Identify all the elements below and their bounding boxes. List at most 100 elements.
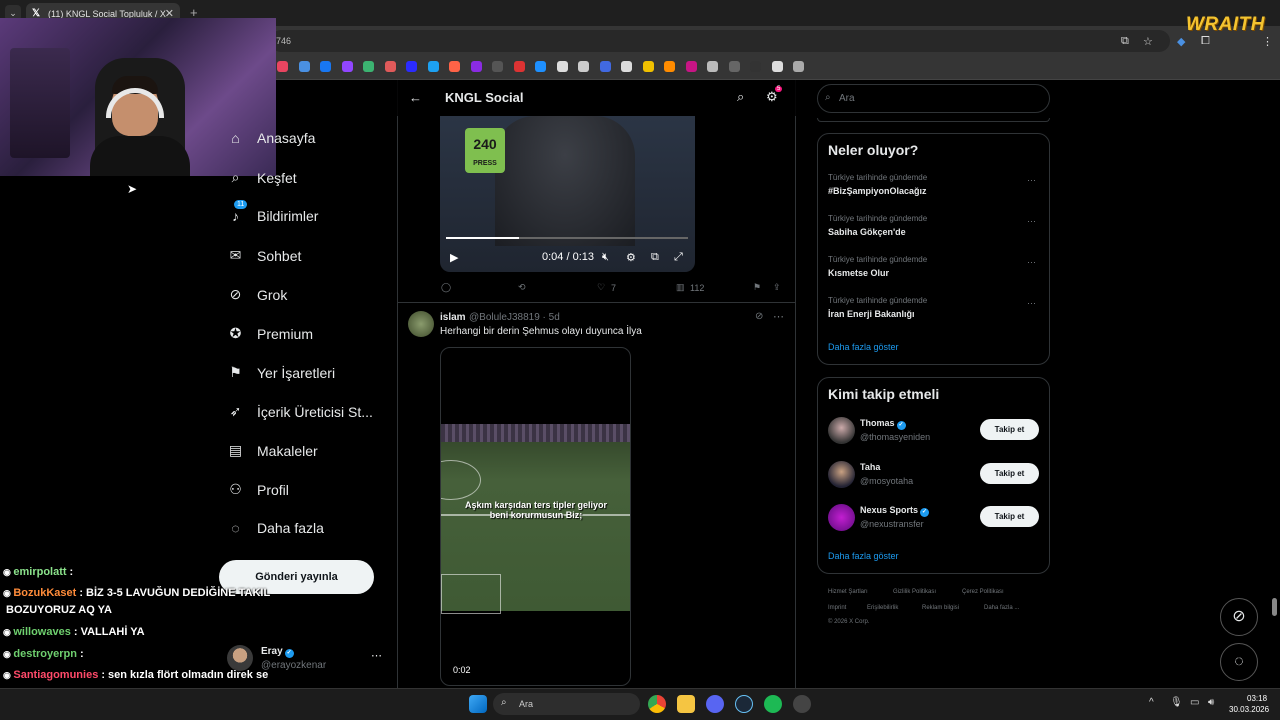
nav-item-2[interactable]: ⌕ Keşfet bbox=[227, 169, 297, 186]
bookmark-favicon-icon[interactable] bbox=[728, 61, 740, 72]
follow-avatar[interactable] bbox=[828, 417, 855, 444]
footer-link[interactable]: Gizlilik Politikası bbox=[893, 589, 936, 595]
follow-avatar[interactable] bbox=[828, 504, 855, 531]
file-explorer-icon[interactable] bbox=[677, 695, 695, 713]
tweet-video[interactable]: Aşkım karşıdan ters tipler geliyor beni … bbox=[440, 347, 631, 686]
bookmark-favicon-icon[interactable] bbox=[771, 61, 783, 72]
bookmark-favicon-icon[interactable] bbox=[277, 61, 288, 72]
footer-link[interactable]: Çerez Politikası bbox=[962, 589, 1004, 595]
address-bar[interactable] bbox=[270, 30, 1170, 52]
chrome-icon[interactable] bbox=[648, 695, 666, 713]
more-icon[interactable]: ⋯ bbox=[371, 649, 382, 662]
bookmark-favicon-icon[interactable] bbox=[320, 61, 331, 72]
bookmark-favicon-icon[interactable] bbox=[664, 61, 675, 72]
footer-link[interactable]: Reklam bilgisi bbox=[922, 605, 959, 611]
bookmark-favicon-icon[interactable] bbox=[449, 61, 460, 72]
footer-link[interactable]: Imprint bbox=[828, 605, 846, 611]
bookmark-favicon-icon[interactable] bbox=[513, 61, 525, 72]
bookmark-favicon-icon[interactable] bbox=[492, 61, 503, 72]
nav-item-10[interactable]: ⚇ Profil bbox=[227, 481, 289, 498]
follow-avatar[interactable] bbox=[828, 460, 855, 488]
search-icon[interactable]: ⌕ bbox=[737, 89, 744, 105]
follow-button[interactable]: Takip et bbox=[980, 462, 1039, 484]
pip-icon[interactable]: ⧉ bbox=[651, 251, 659, 264]
footer-link[interactable]: Hizmet Şartları bbox=[828, 589, 868, 595]
trends-show-more[interactable]: Daha fazla göster bbox=[828, 342, 899, 352]
bookmark-favicon-icon[interactable] bbox=[556, 61, 568, 72]
grok-icon[interactable]: ⊘ bbox=[755, 311, 763, 322]
footer-link[interactable]: Daha fazla ... bbox=[984, 605, 1019, 611]
follow-button[interactable]: Takip et bbox=[980, 419, 1039, 440]
install-app-icon[interactable]: ⧉ bbox=[1121, 35, 1129, 48]
nav-item-7[interactable]: ⚑ Yer İşaretleri bbox=[227, 364, 335, 381]
trend-item[interactable]: Kısmetse Olur bbox=[828, 268, 889, 278]
bookmark-favicon-icon[interactable] bbox=[793, 61, 804, 72]
bookmark-favicon-icon[interactable] bbox=[621, 61, 632, 72]
discord-icon[interactable] bbox=[706, 695, 724, 713]
trend-more-icon[interactable]: ⋯ bbox=[1027, 175, 1036, 186]
tray-chevron-icon[interactable]: ^ bbox=[1149, 697, 1154, 708]
trend-item[interactable]: İran Enerji Bakanlığı bbox=[828, 309, 915, 319]
bookmark-favicon-icon[interactable] bbox=[470, 61, 482, 72]
video-settings-icon[interactable]: ⚙ bbox=[626, 251, 636, 264]
follow-name-row[interactable]: Taha bbox=[860, 462, 880, 472]
like-icon[interactable]: ♡ bbox=[597, 282, 605, 293]
back-arrow-icon[interactable]: ← bbox=[409, 90, 422, 105]
follow-name-row[interactable]: Nexus Sports ✓ bbox=[860, 505, 930, 517]
mute-icon[interactable]: 🔇︎ bbox=[602, 251, 609, 264]
browser-menu-icon[interactable]: ⋮ bbox=[1262, 35, 1273, 48]
bookmark-favicon-icon[interactable] bbox=[642, 61, 654, 72]
bookmark-favicon-icon[interactable] bbox=[427, 61, 439, 72]
grok-fab-icon[interactable]: ⊘ bbox=[1220, 598, 1258, 636]
display-icon[interactable]: ▭ bbox=[1190, 697, 1199, 708]
bookmark-icon[interactable]: ⚑ bbox=[753, 282, 761, 293]
bookmark-favicon-icon[interactable] bbox=[363, 61, 374, 72]
follow-button[interactable]: Takip et bbox=[980, 506, 1039, 527]
trend-more-icon[interactable]: ⋯ bbox=[1027, 298, 1036, 309]
extension-icon[interactable]: ◆ bbox=[1177, 35, 1185, 48]
follow-show-more[interactable]: Daha fazla göster bbox=[828, 551, 899, 561]
nav-item-5[interactable]: ⊘ Grok bbox=[227, 286, 288, 303]
tweet-handle[interactable]: @BoluleJ38819 · 5d bbox=[469, 312, 560, 323]
share-icon[interactable]: ⇪ bbox=[773, 282, 781, 293]
bookmark-favicon-icon[interactable] bbox=[298, 61, 310, 72]
trend-item[interactable]: Sabiha Gökçen'de bbox=[828, 227, 906, 237]
bookmark-favicon-icon[interactable] bbox=[750, 61, 761, 72]
nav-item-1[interactable]: ⌂ Anasayfa bbox=[227, 130, 315, 146]
tweet-more-icon[interactable]: ⋯ bbox=[773, 310, 784, 323]
volume-icon[interactable]: 🔊︎ bbox=[1208, 697, 1214, 708]
bookmark-favicon-icon[interactable] bbox=[406, 61, 417, 72]
views-icon[interactable]: ▥ bbox=[676, 282, 685, 293]
bookmark-favicon-icon[interactable] bbox=[384, 61, 396, 72]
nav-item-8[interactable]: ➶ İçerik Üreticisi St... bbox=[227, 403, 373, 420]
video-player[interactable]: 240 PRESS bbox=[440, 116, 695, 272]
tweet-author[interactable]: islam bbox=[440, 312, 466, 323]
fullscreen-icon[interactable]: ⤢ bbox=[674, 251, 683, 264]
trend-more-icon[interactable]: ⋯ bbox=[1027, 257, 1036, 268]
app-icon[interactable] bbox=[793, 695, 811, 713]
reply-icon[interactable]: ◯ bbox=[441, 282, 451, 293]
bookmark-star-icon[interactable]: ☆ bbox=[1143, 35, 1153, 48]
windows-start-icon[interactable] bbox=[469, 695, 487, 713]
tweet-avatar[interactable] bbox=[408, 311, 434, 337]
tweet[interactable] bbox=[397, 302, 796, 303]
bookmark-favicon-icon[interactable] bbox=[707, 61, 718, 72]
scrollbar-thumb[interactable] bbox=[1272, 598, 1277, 616]
spotify-icon[interactable] bbox=[764, 695, 782, 713]
bookmark-favicon-icon[interactable] bbox=[578, 61, 589, 72]
play-icon[interactable]: ▶ bbox=[450, 251, 458, 264]
steam-icon[interactable] bbox=[735, 695, 753, 713]
nav-item-11[interactable]: ◌ Daha fazla bbox=[227, 520, 324, 536]
bookmark-favicon-icon[interactable] bbox=[685, 61, 697, 72]
nav-item-3[interactable]: ♪ 11 Bildirimler bbox=[227, 200, 318, 224]
trend-more-icon[interactable]: ⋯ bbox=[1027, 216, 1036, 227]
messages-fab-icon[interactable]: ◌ bbox=[1220, 643, 1258, 681]
extensions-puzzle-icon[interactable]: ⧠ bbox=[1201, 35, 1210, 48]
nav-item-9[interactable]: ▤ Makaleler bbox=[227, 442, 318, 459]
microphone-icon[interactable]: 🎙︎ bbox=[1170, 697, 1183, 708]
repost-icon[interactable]: ⟲ bbox=[518, 282, 526, 293]
nav-item-6[interactable]: ✪ Premium bbox=[227, 325, 313, 342]
bookmark-favicon-icon[interactable] bbox=[535, 61, 546, 72]
footer-link[interactable]: Erişilebilirlik bbox=[867, 605, 898, 611]
nav-item-4[interactable]: ✉ Sohbet bbox=[227, 247, 302, 264]
